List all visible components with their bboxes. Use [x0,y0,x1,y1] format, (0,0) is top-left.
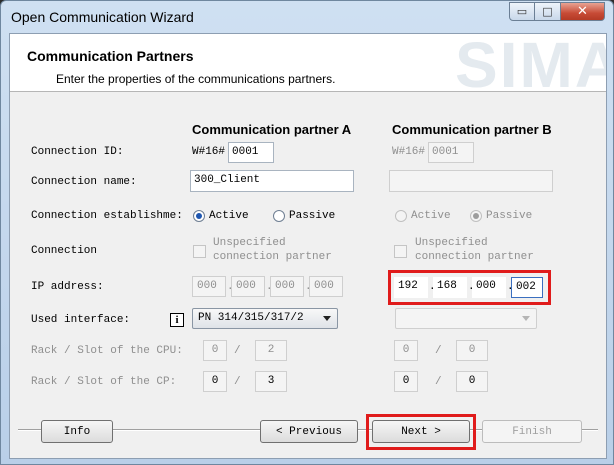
partner-b-cpu-slot-input[interactable]: 0 [456,340,488,361]
minimize-button[interactable]: ▭ [509,2,535,21]
close-button[interactable]: ✕ [561,2,605,21]
connection-establishment-label: Connection establishme: [31,210,183,222]
partner-b-active-radio[interactable] [395,210,407,222]
finish-button[interactable]: Finish [482,420,582,443]
connection-name-label: Connection name: [31,176,137,188]
window-title: Open Communication Wizard [11,9,194,25]
slash-separator: / [435,376,442,388]
partner-a-interface-select[interactable]: PN 314/315/317/2 [192,308,338,329]
slash-separator: / [435,345,442,357]
partner-a-ip-octet-2[interactable]: 000 [231,276,265,297]
connection-label: Connection [31,245,98,257]
partner-b-passive-radio[interactable] [470,210,482,222]
partner-a-cp-slot-input[interactable]: 3 [255,371,287,392]
partner-a-connection-name-input[interactable]: 300_Client [190,170,354,192]
partner-a-cpu-rack-input[interactable]: 0 [203,340,227,361]
partner-a-id-prefix: W#16# [192,146,226,158]
partner-b-unspecified-label-1: Unspecified [415,237,488,249]
partner-a-passive-label: Passive [289,210,336,222]
previous-button[interactable]: < Previous [260,420,358,443]
partner-b-unspecified-label-2: connection partner [415,251,534,263]
partner-b-heading: Communication partner B [392,122,552,137]
partner-b-cpu-rack-input[interactable]: 0 [394,340,418,361]
partner-b-connection-id-input[interactable]: 0001 [428,142,474,163]
next-highlight-box [366,414,476,450]
wizard-body: SIMA Communication Partners Enter the pr… [9,33,607,459]
partner-a-connection-id-input[interactable]: 0001 [228,142,274,163]
connection-id-label: Connection ID: [31,146,124,158]
partner-a-unspecified-label-2: connection partner [213,251,332,263]
partner-a-cp-rack-input[interactable]: 0 [203,371,227,392]
info-icon[interactable]: i [170,313,184,327]
partner-b-interface-select[interactable] [395,308,537,329]
slash-separator: / [234,376,241,388]
partner-b-active-label: Active [411,210,451,222]
partner-b-passive-label: Passive [486,210,533,222]
rack-slot-cp-label: Rack / Slot of the CP: [31,376,177,388]
rack-slot-cpu-label: Rack / Slot of the CPU: [31,345,183,357]
ip-highlight-box [388,270,551,305]
partner-a-heading: Communication partner A [192,122,352,137]
partner-a-cpu-slot-input[interactable]: 2 [255,340,287,361]
partner-a-unspecified-checkbox[interactable] [193,245,206,258]
window-controls: ▭ □ ✕ [509,2,605,22]
page-title: Communication Partners [27,48,194,64]
chevron-down-icon [522,316,530,321]
partner-a-ip-octet-3[interactable]: 000 [270,276,304,297]
partner-a-ip-octet-4[interactable]: 000 [309,276,343,297]
partner-b-id-prefix: W#16# [392,146,426,158]
title-bar: Open Communication Wizard ▭ □ ✕ [1,1,613,33]
partner-a-active-radio[interactable] [193,210,205,222]
partner-b-connection-name-input[interactable] [389,170,553,192]
partner-a-unspecified-label-1: Unspecified [213,237,286,249]
ip-address-label: IP address: [31,281,104,293]
partner-b-unspecified-checkbox[interactable] [394,245,407,258]
page-subtitle: Enter the properties of the communicatio… [56,72,336,86]
partner-a-ip-octet-1[interactable]: 000 [192,276,226,297]
wizard-window: Open Communication Wizard ▭ □ ✕ SIMA Com… [0,0,614,465]
slash-separator: / [234,345,241,357]
partner-a-passive-radio[interactable] [273,210,285,222]
partner-a-interface-value: PN 314/315/317/2 [198,312,304,324]
info-button[interactable]: Info [41,420,113,443]
partner-b-cp-slot-input[interactable]: 0 [456,371,488,392]
siemens-watermark: SIMA [455,34,606,92]
partner-b-cp-rack-input[interactable]: 0 [394,371,418,392]
maximize-button[interactable]: □ [535,2,561,21]
chevron-down-icon [323,316,331,321]
used-interface-label: Used interface: [31,314,131,326]
partner-a-active-label: Active [209,210,249,222]
wizard-header: SIMA Communication Partners Enter the pr… [10,34,606,92]
